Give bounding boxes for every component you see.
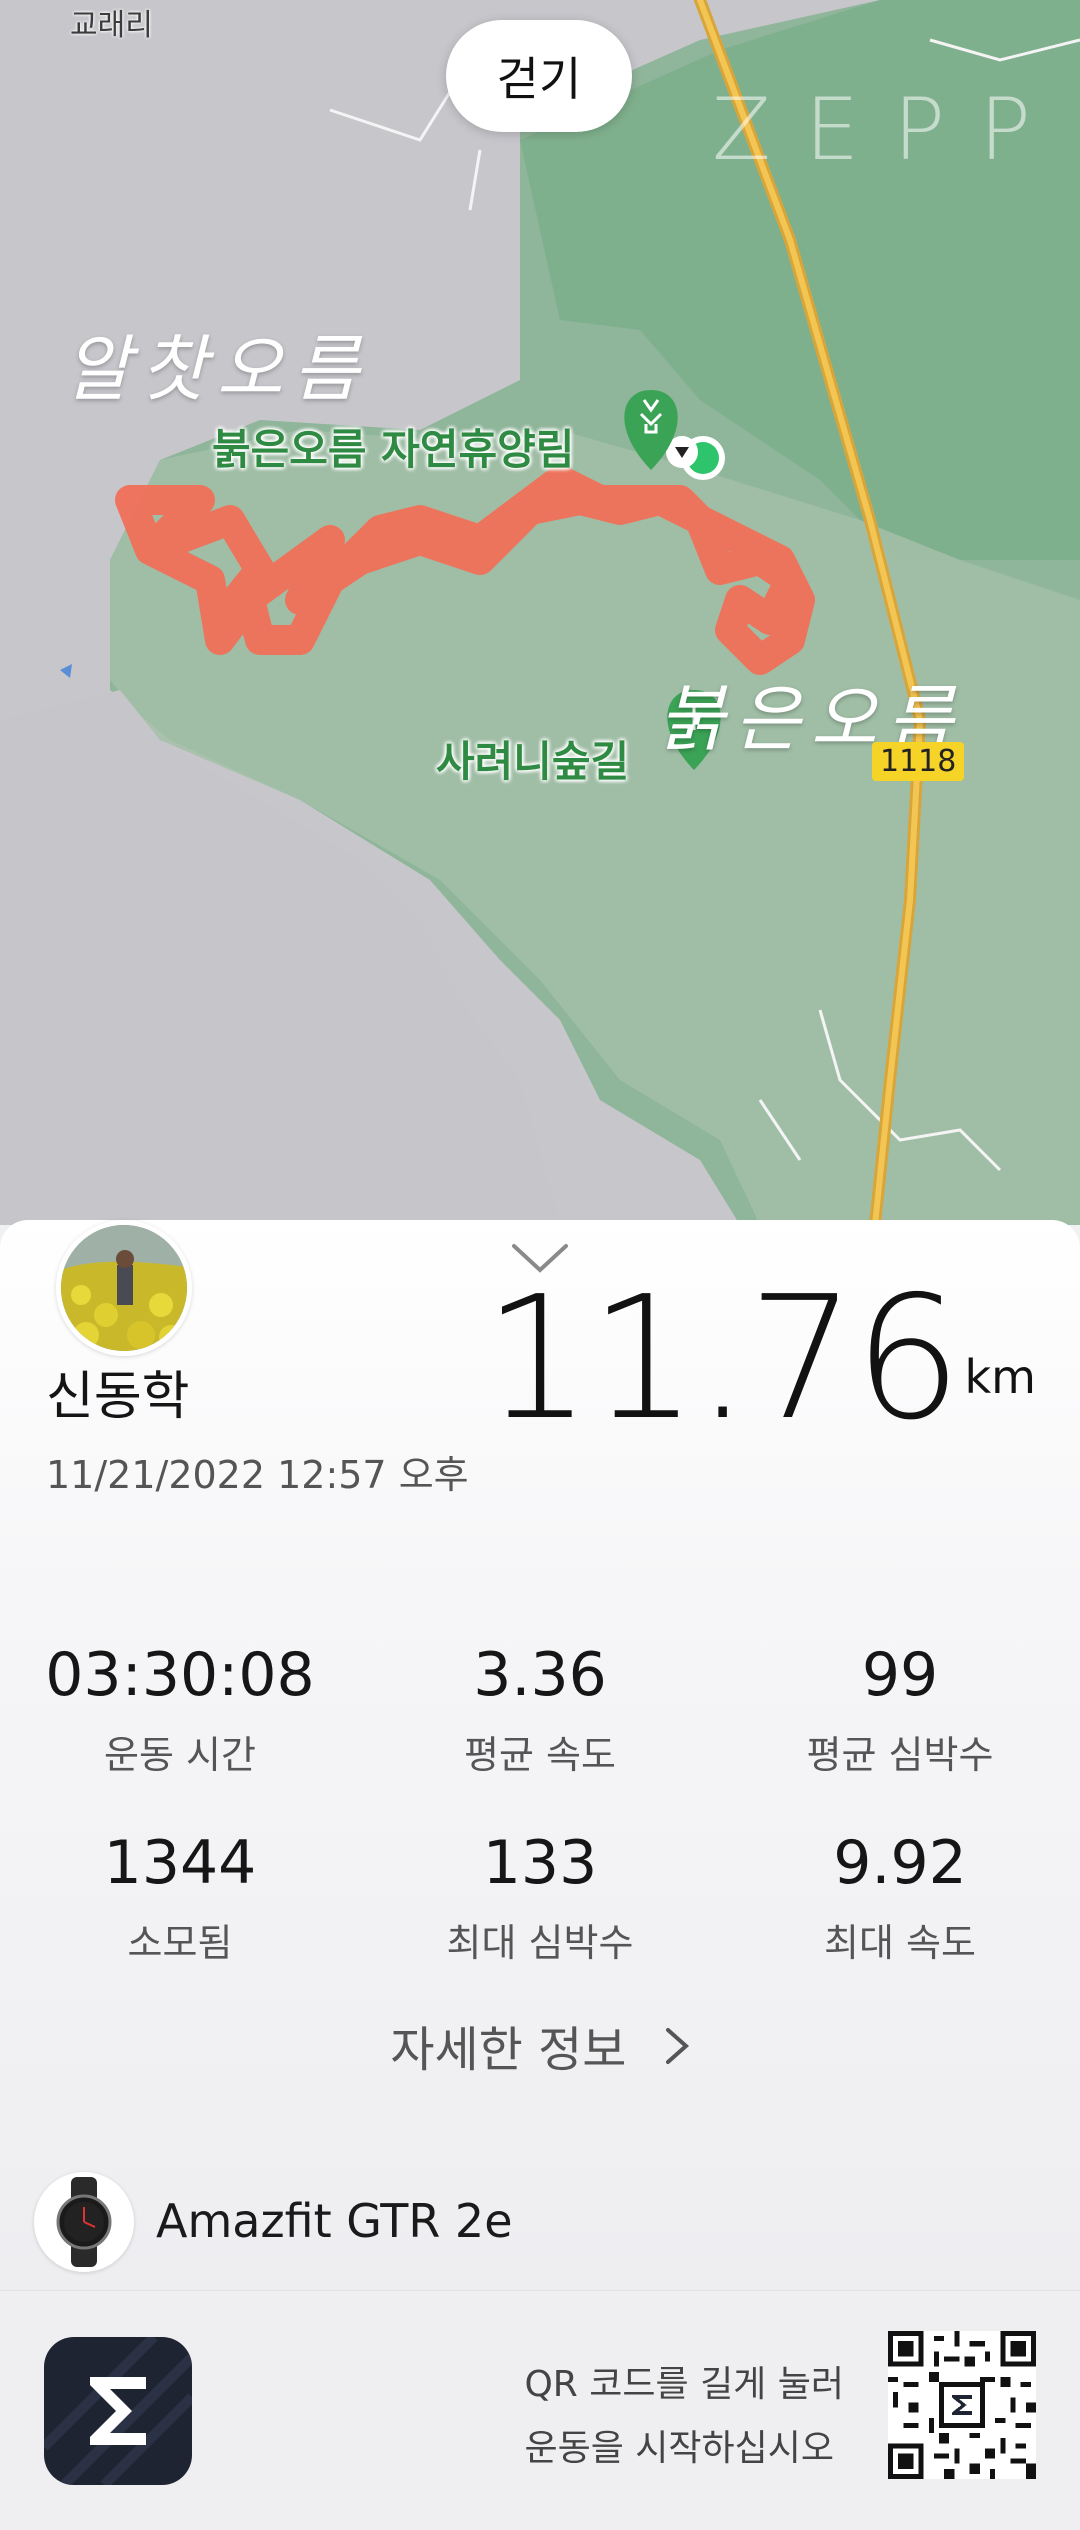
qr-instruction-line-1: QR 코드를 길게 눌러 (524, 2364, 844, 2405)
activity-mode-pill[interactable]: 걷기 (446, 20, 632, 132)
distance-unit: km (964, 1350, 1036, 1404)
stat-max-heart-rate: 133 최대 심박수 (360, 1828, 720, 1967)
user-name: 신동학 (46, 1367, 190, 1427)
device-row[interactable]: Amazfit GTR 2e (0, 2160, 1080, 2290)
qr-code[interactable] (888, 2331, 1036, 2479)
poi-label-trail[interactable]: 사려니숲길 (436, 728, 629, 789)
stat-calories: 1344 소모됨 (0, 1828, 360, 1967)
activity-mode-label: 걷기 (496, 52, 582, 106)
place-label-gyoraeri: 교래리 (70, 8, 153, 43)
road-number-badge: 1118 (872, 742, 965, 781)
stat-avg-speed: 3.36 평균 속도 (360, 1640, 720, 1779)
map-terrain (0, 0, 1080, 1225)
stat-label: 운동 시간 (104, 1733, 256, 1777)
route-map[interactable]: 교래리 ZEPP 알찻오름 붉은오름 자연휴양림 붉은오름 사려니숲길 1118… (0, 0, 1080, 1225)
stat-value: 03:30:08 (45, 1640, 315, 1710)
poi-label-forest[interactable]: 붉은오름 자연휴양림 (212, 416, 574, 477)
qr-instruction-line-2: 운동을 시작하십시오 (524, 2428, 834, 2469)
distance-value: 11.76 (483, 1260, 962, 1458)
annotation-alchat-oreum: 알찻오름 (64, 327, 369, 411)
watch-icon (34, 2172, 134, 2272)
activity-summary-card: 신동학 11/21/2022 12:57 오후 11.76 km 03:30:0… (0, 1220, 1080, 2290)
details-link[interactable]: 자세한 정보 (0, 2010, 1080, 2080)
stat-label: 최대 속도 (824, 1921, 976, 1965)
stat-value: 99 (861, 1640, 939, 1710)
chevron-right-icon (664, 2022, 690, 2078)
activity-datetime: 11/21/2022 12:57 오후 (46, 1453, 469, 1497)
stat-label: 평균 속도 (464, 1733, 616, 1777)
qr-instructions: QR 코드를 길게 눌러 운동을 시작하십시오 (524, 2353, 844, 2481)
avatar[interactable] (56, 1220, 192, 1356)
stat-label: 평균 심박수 (806, 1733, 994, 1777)
stat-label: 최대 심박수 (446, 1921, 634, 1965)
stat-label: 소모됨 (127, 1921, 233, 1965)
stat-duration: 03:30:08 운동 시간 (0, 1640, 360, 1779)
stat-avg-heart-rate: 99 평균 심박수 (720, 1640, 1080, 1779)
device-name: Amazfit GTR 2e (156, 2194, 513, 2248)
stat-value: 1344 (103, 1828, 257, 1898)
zepp-app-icon (44, 2337, 192, 2485)
share-footer: QR 코드를 길게 눌러 운동을 시작하십시오 (0, 2290, 1080, 2530)
details-link-label: 자세한 정보 (390, 2022, 627, 2078)
stat-value: 3.36 (473, 1640, 607, 1710)
stat-value: 133 (482, 1828, 598, 1898)
stat-value: 9.92 (833, 1828, 967, 1898)
stat-max-speed: 9.92 최대 속도 (720, 1828, 1080, 1967)
zepp-watermark: ZEPP (712, 80, 1065, 180)
